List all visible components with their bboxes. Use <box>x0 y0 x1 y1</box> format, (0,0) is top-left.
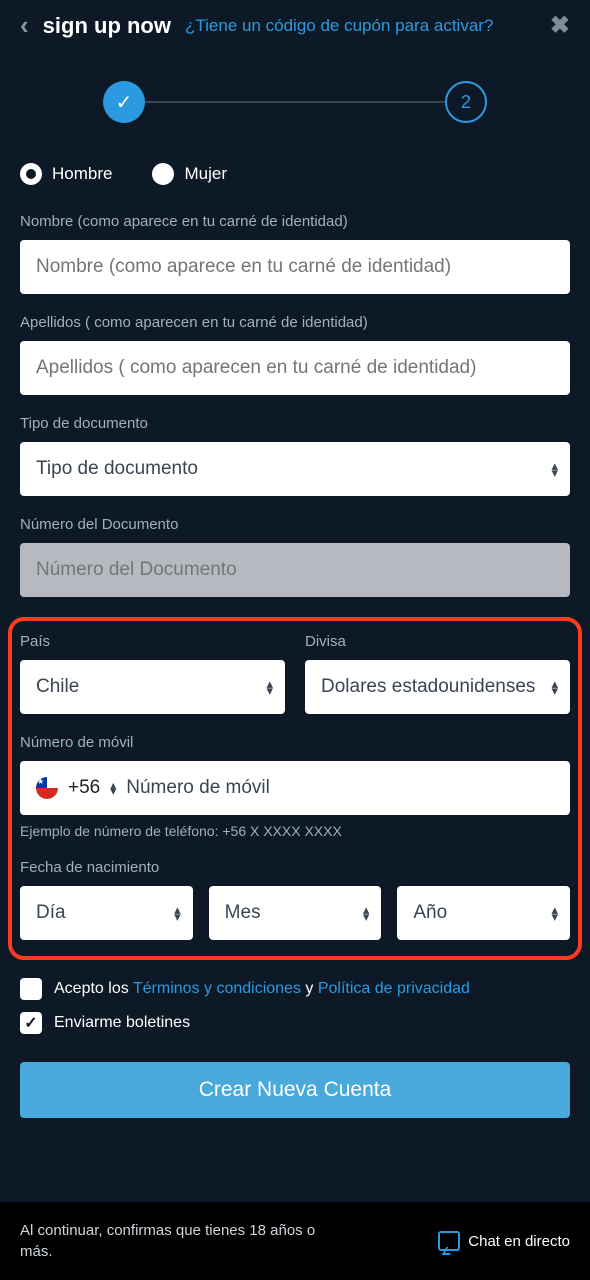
step-line <box>145 101 445 103</box>
page-title: sign up now <box>43 13 171 39</box>
country-label: País <box>20 633 285 650</box>
dob-year-select[interactable]: Año ▴▾ <box>397 886 570 940</box>
chat-icon <box>438 1231 460 1251</box>
close-icon[interactable]: ✖ <box>550 11 570 40</box>
flag-chile-icon <box>36 777 58 799</box>
dob-year-value: Año <box>413 902 554 924</box>
mobile-placeholder: Número de móvil <box>126 777 270 799</box>
doc-type-select[interactable]: Tipo de documento ▴▾ <box>20 442 570 496</box>
coupon-link[interactable]: ¿Tiene un código de cupón para activar? <box>185 16 536 36</box>
gender-radio-group: Hombre Mujer <box>20 163 570 185</box>
newsletter-checkbox-row[interactable]: Enviarme boletines <box>20 1012 570 1034</box>
surname-input[interactable] <box>20 341 570 395</box>
footer: Al continuar, confirmas que tienes 18 añ… <box>0 1202 590 1280</box>
currency-value: Dolares estadounidenses <box>321 676 554 698</box>
terms-link[interactable]: Términos y condiciones <box>133 980 301 997</box>
mobile-hint: Ejemplo de número de teléfono: +56 X XXX… <box>20 823 570 839</box>
radio-icon <box>20 163 42 185</box>
name-label: Nombre (como aparece en tu carné de iden… <box>20 213 570 230</box>
step-2-current: 2 <box>445 81 487 123</box>
doc-type-value: Tipo de documento <box>36 458 554 480</box>
radio-icon <box>152 163 174 185</box>
mobile-label: Número de móvil <box>20 734 570 751</box>
live-chat-button[interactable]: Chat en directo <box>438 1231 570 1251</box>
age-confirmation-text: Al continuar, confirmas que tienes 18 añ… <box>20 1220 350 1262</box>
gender-male-label: Hombre <box>52 164 112 184</box>
country-select[interactable]: Chile ▴▾ <box>20 660 285 714</box>
highlighted-section: País Chile ▴▾ Divisa Dolares estadounide… <box>8 617 582 960</box>
step-1-done: ✓ <box>103 81 145 123</box>
newsletter-label: Enviarme boletines <box>54 1014 190 1032</box>
gender-male-option[interactable]: Hombre <box>20 163 112 185</box>
dial-code: +56 <box>68 777 100 799</box>
mobile-input-row[interactable]: +56 ▴▾ Número de móvil <box>20 761 570 815</box>
doc-number-input[interactable] <box>20 543 570 597</box>
currency-select[interactable]: Dolares estadounidenses ▴▾ <box>305 660 570 714</box>
create-account-button[interactable]: Crear Nueva Cuenta <box>20 1062 570 1118</box>
gender-female-option[interactable]: Mujer <box>152 163 227 185</box>
checkbox-icon <box>20 978 42 1000</box>
chat-label: Chat en directo <box>468 1233 570 1250</box>
header: ‹ sign up now ¿Tiene un código de cupón … <box>0 0 590 51</box>
doc-type-label: Tipo de documento <box>20 415 570 432</box>
surname-label: Apellidos ( como aparecen en tu carné de… <box>20 314 570 331</box>
dob-month-select[interactable]: Mes ▴▾ <box>209 886 382 940</box>
terms-checkbox-row[interactable]: Acepto los Términos y condiciones y Polí… <box>20 978 570 1000</box>
stepper: ✓ 2 <box>0 51 590 163</box>
doc-number-label: Número del Documento <box>20 516 570 533</box>
back-icon[interactable]: ‹ <box>20 10 29 41</box>
select-arrows-icon: ▴▾ <box>110 782 116 794</box>
dob-label: Fecha de nacimiento <box>20 859 570 876</box>
check-icon: ✓ <box>116 90 133 115</box>
dob-month-value: Mes <box>225 902 366 924</box>
country-value: Chile <box>36 676 269 698</box>
currency-label: Divisa <box>305 633 570 650</box>
privacy-link[interactable]: Política de privacidad <box>318 980 470 997</box>
gender-female-label: Mujer <box>184 164 227 184</box>
terms-text: Acepto los Términos y condiciones y Polí… <box>54 980 470 998</box>
dob-day-value: Día <box>36 902 177 924</box>
dob-day-select[interactable]: Día ▴▾ <box>20 886 193 940</box>
name-input[interactable] <box>20 240 570 294</box>
checkbox-checked-icon <box>20 1012 42 1034</box>
